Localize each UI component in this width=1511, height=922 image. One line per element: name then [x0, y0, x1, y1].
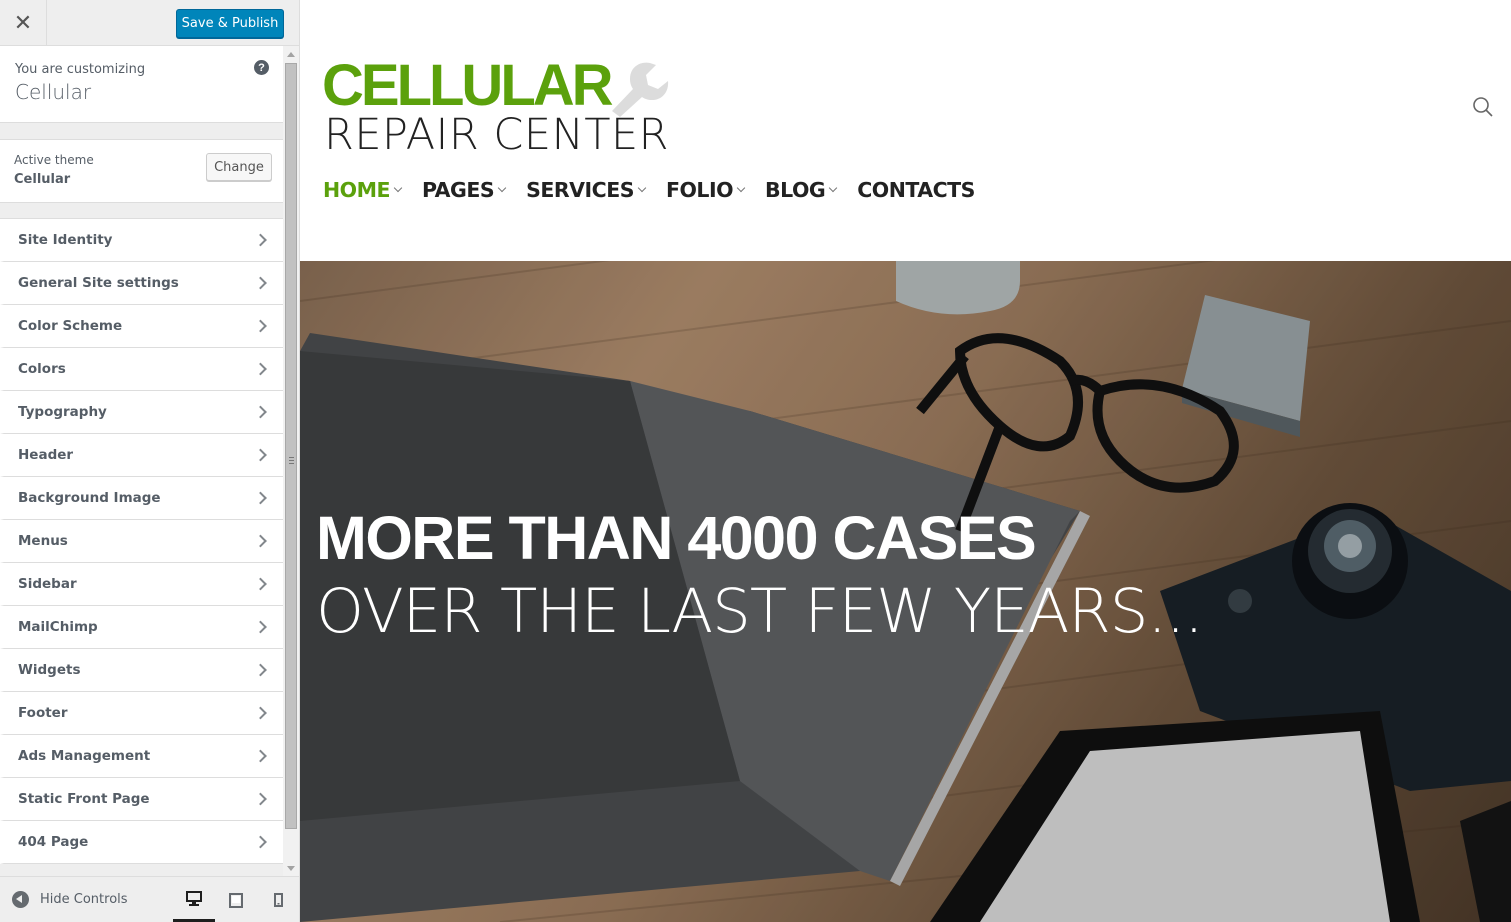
section-colors[interactable]: Colors [0, 348, 283, 391]
preview-desktop-button[interactable] [173, 877, 215, 922]
mobile-icon [273, 893, 283, 907]
site-logo[interactable]: CELLULAR REPAIR CENTER [322, 57, 682, 167]
customizing-label: You are customizing [15, 62, 146, 77]
section-label: Color Scheme [18, 318, 123, 334]
chevron-right-icon [254, 362, 267, 376]
nav-label: HOME [323, 178, 391, 202]
nav-item-folio[interactable]: FOLIO [665, 178, 746, 202]
chevron-right-icon [254, 319, 267, 333]
chevron-right-icon [254, 663, 267, 677]
hero-caption: MORE THAN 4000 CASES OVER THE LAST FEW Y… [316, 504, 1204, 652]
section-label: 404 Page [18, 834, 89, 850]
section-label: General Site settings [18, 275, 179, 291]
section-widgets[interactable]: Widgets [0, 649, 283, 692]
section-typography[interactable]: Typography [0, 391, 283, 434]
nav-label: PAGES [422, 178, 495, 202]
section-static-front-page[interactable]: Static Front Page [0, 778, 283, 821]
section-label: MailChimp [18, 619, 98, 635]
site-name: Cellular [15, 80, 92, 104]
nav-label: BLOG [765, 178, 826, 202]
nav-label: CONTACTS [857, 178, 975, 202]
chevron-right-icon [254, 620, 267, 634]
chevron-right-icon [254, 792, 267, 806]
scrollbar-grip [289, 457, 294, 464]
active-theme-box: Active theme Cellular Change [0, 139, 283, 203]
nav-label: FOLIO [665, 178, 734, 202]
section-label: Sidebar [18, 576, 77, 592]
section-footer[interactable]: Footer [0, 692, 283, 735]
chevron-right-icon [254, 534, 267, 548]
section-general-site-settings[interactable]: General Site settings [0, 262, 283, 305]
hide-controls-label: Hide Controls [40, 892, 128, 907]
site-preview: CELLULAR REPAIR CENTER HOME PAGES SERVIC… [300, 0, 1511, 922]
help-icon[interactable]: ? [254, 60, 269, 75]
scroll-down-arrow[interactable] [283, 860, 299, 876]
section-ads-management[interactable]: Ads Management [0, 735, 283, 778]
chevron-down-icon [736, 183, 746, 193]
nav-item-services[interactable]: SERVICES [526, 178, 647, 202]
change-theme-button[interactable]: Change [206, 153, 272, 181]
nav-item-blog[interactable]: BLOG [765, 178, 838, 202]
chevron-down-icon [829, 183, 838, 193]
search-icon[interactable] [1472, 96, 1494, 118]
chevron-down-icon [637, 183, 647, 193]
section-mailchimp[interactable]: MailChimp [0, 606, 283, 649]
hide-controls-button[interactable]: Hide Controls [12, 891, 128, 908]
chevron-right-icon [254, 405, 267, 419]
nav-item-contacts[interactable]: CONTACTS [857, 178, 975, 202]
chevron-right-icon [254, 233, 267, 247]
chevron-right-icon [254, 448, 267, 462]
chevron-right-icon [254, 835, 267, 849]
scrollbar-thumb[interactable] [285, 63, 297, 829]
section-label: Static Front Page [18, 791, 150, 807]
customizer-sections-container: You are customizing Cellular ? Active th… [0, 46, 283, 876]
logo-subtitle: REPAIR CENTER [324, 110, 670, 160]
hero-slider: MORE THAN 4000 CASES OVER THE LAST FEW Y… [300, 261, 1511, 922]
section-color-scheme[interactable]: Color Scheme [0, 305, 283, 348]
main-nav: HOME PAGES SERVICES FOLIO BLOG CONTACTS [323, 178, 996, 202]
section-label: Typography [18, 404, 107, 420]
customizer-panel: ✕ Save & Publish You are customizing Cel… [0, 0, 300, 922]
chevron-down-icon [393, 183, 403, 193]
hero-headline: MORE THAN 4000 CASES [316, 504, 1037, 572]
chevron-right-icon [254, 577, 267, 591]
section-label: Background Image [18, 490, 161, 506]
section-label: Widgets [18, 662, 81, 678]
hero-subheadline: OVER THE LAST FEW YEARS... [316, 576, 1204, 647]
chevron-right-icon [254, 491, 267, 505]
save-publish-button[interactable]: Save & Publish [176, 9, 284, 38]
chevron-down-icon [497, 183, 507, 193]
section-menus[interactable]: Menus [0, 520, 283, 563]
wrench-icon [612, 62, 669, 117]
preview-mobile-button[interactable] [257, 877, 299, 922]
collapse-arrow-icon [12, 891, 29, 908]
section-label: Header [18, 447, 74, 463]
scroll-up-arrow[interactable] [283, 46, 299, 62]
desktop-icon [186, 890, 202, 906]
section-site-identity[interactable]: Site Identity [0, 219, 283, 262]
chevron-right-icon [254, 706, 267, 720]
chevron-right-icon [254, 276, 267, 290]
chevron-right-icon [254, 749, 267, 763]
customize-info: You are customizing Cellular ? [0, 46, 283, 123]
section-list: Site Identity General Site settings Colo… [0, 218, 283, 864]
preview-tablet-button[interactable] [215, 877, 257, 922]
section-label: Ads Management [18, 748, 151, 764]
section-label: Colors [18, 361, 66, 377]
sections-scrollbar[interactable] [283, 46, 299, 876]
section-header[interactable]: Header [0, 434, 283, 477]
customizer-header: ✕ Save & Publish [0, 0, 299, 46]
customizer-footer: Hide Controls [0, 876, 299, 922]
tablet-icon [229, 892, 243, 908]
section-background-image[interactable]: Background Image [0, 477, 283, 520]
section-label: Menus [18, 533, 68, 549]
section-label: Site Identity [18, 232, 113, 248]
close-icon[interactable]: ✕ [0, 0, 47, 46]
nav-item-home[interactable]: HOME [323, 178, 403, 202]
section-404-page[interactable]: 404 Page [0, 821, 283, 864]
section-sidebar[interactable]: Sidebar [0, 563, 283, 606]
nav-item-pages[interactable]: PAGES [422, 178, 507, 202]
section-label: Footer [18, 705, 68, 721]
nav-label: SERVICES [526, 178, 634, 202]
